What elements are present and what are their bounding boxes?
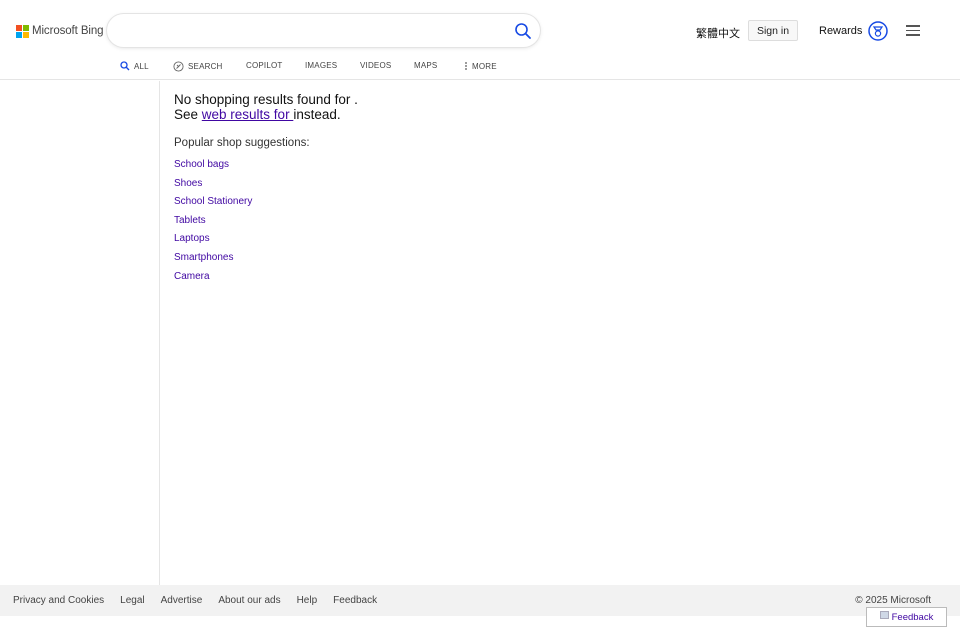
tab-label: COPILOT	[246, 61, 283, 70]
tab-images[interactable]: IMAGES	[305, 61, 337, 70]
logo-text: Microsoft Bing	[32, 25, 104, 37]
tab-label: MAPS	[414, 61, 438, 70]
suggestion-link[interactable]: School Stationery	[174, 196, 252, 207]
footer: Privacy and Cookies Legal Advertise Abou…	[0, 585, 960, 616]
list-item: Tablets	[174, 212, 774, 231]
tab-videos[interactable]: VIDEOS	[360, 61, 391, 70]
tab-label: ALL	[134, 61, 149, 71]
tab-all[interactable]: ALL	[120, 61, 149, 71]
copilot-search-icon	[173, 61, 184, 72]
language-link[interactable]: 繁體中文	[696, 25, 740, 41]
no-results-message: No shopping results found for .	[174, 92, 358, 107]
hamburger-menu-icon[interactable]	[906, 25, 920, 36]
search-box	[107, 14, 540, 47]
suggestion-list: School bags Shoes School Stationery Tabl…	[174, 156, 774, 286]
more-dots-icon	[465, 62, 467, 70]
tab-maps[interactable]: MAPS	[414, 61, 437, 70]
see-prefix: See	[174, 107, 202, 122]
tab-copilot[interactable]: COPILOT	[246, 61, 283, 70]
header: Microsoft Bing 繁體中文 Sign in Rewards	[0, 0, 960, 58]
footer-link-about-ads[interactable]: About our ads	[218, 595, 280, 606]
list-item: Smartphones	[174, 249, 774, 268]
search-icon	[120, 61, 130, 71]
list-item: School Stationery	[174, 193, 774, 212]
tab-label: MORE	[472, 61, 497, 71]
suggestion-link[interactable]: Smartphones	[174, 252, 233, 263]
suggestion-link[interactable]: Shoes	[174, 178, 202, 189]
suggestion-link[interactable]: Laptops	[174, 233, 210, 244]
footer-link-privacy[interactable]: Privacy and Cookies	[13, 595, 104, 606]
footer-link-legal[interactable]: Legal	[120, 595, 144, 606]
rewards-label: Rewards	[819, 25, 863, 37]
footer-link-help[interactable]: Help	[297, 595, 318, 606]
tab-more[interactable]: MORE	[464, 61, 497, 71]
tab-label: SEARCH	[188, 62, 223, 71]
feedback-icon	[879, 611, 889, 619]
suggestion-link[interactable]: School bags	[174, 159, 229, 170]
tab-label: IMAGES	[305, 61, 338, 70]
microsoft-logo-icon	[16, 24, 29, 38]
see-suffix: instead.	[293, 107, 341, 122]
list-item: Camera	[174, 268, 774, 287]
feedback-button[interactable]: Feedback	[866, 607, 947, 627]
bing-logo[interactable]: Microsoft Bing	[16, 24, 104, 38]
rewards-button[interactable]: Rewards	[819, 21, 889, 41]
list-item: Laptops	[174, 230, 774, 249]
popular-suggestions-heading: Popular shop suggestions:	[174, 137, 310, 149]
copyright-text: © 2025 Microsoft	[855, 595, 931, 606]
rewards-medal-icon	[868, 21, 889, 41]
footer-link-feedback[interactable]: Feedback	[333, 595, 377, 606]
list-item: School bags	[174, 156, 774, 175]
search-icon[interactable]	[514, 22, 532, 40]
left-rail	[0, 81, 160, 585]
footer-links: Privacy and Cookies Legal Advertise Abou…	[13, 595, 393, 606]
search-input[interactable]	[123, 21, 503, 41]
scope-tabs: ALL SEARCH COPILOT IMAGES VIDEOS MAPS MO…	[0, 58, 960, 80]
suggestion-link[interactable]: Tablets	[174, 215, 206, 226]
footer-link-advertise[interactable]: Advertise	[161, 595, 203, 606]
suggestion-link[interactable]: Camera	[174, 271, 210, 282]
web-results-link[interactable]: web results for	[202, 107, 294, 122]
list-item: Shoes	[174, 175, 774, 194]
tab-label: VIDEOS	[360, 61, 392, 70]
feedback-label: Feedback	[891, 611, 934, 623]
results-area: No shopping results found for . See web …	[174, 92, 774, 286]
sign-in-button[interactable]: Sign in	[748, 20, 798, 41]
tab-search[interactable]: SEARCH	[173, 61, 223, 72]
see-web-results-line: See web results for instead.	[174, 107, 774, 122]
